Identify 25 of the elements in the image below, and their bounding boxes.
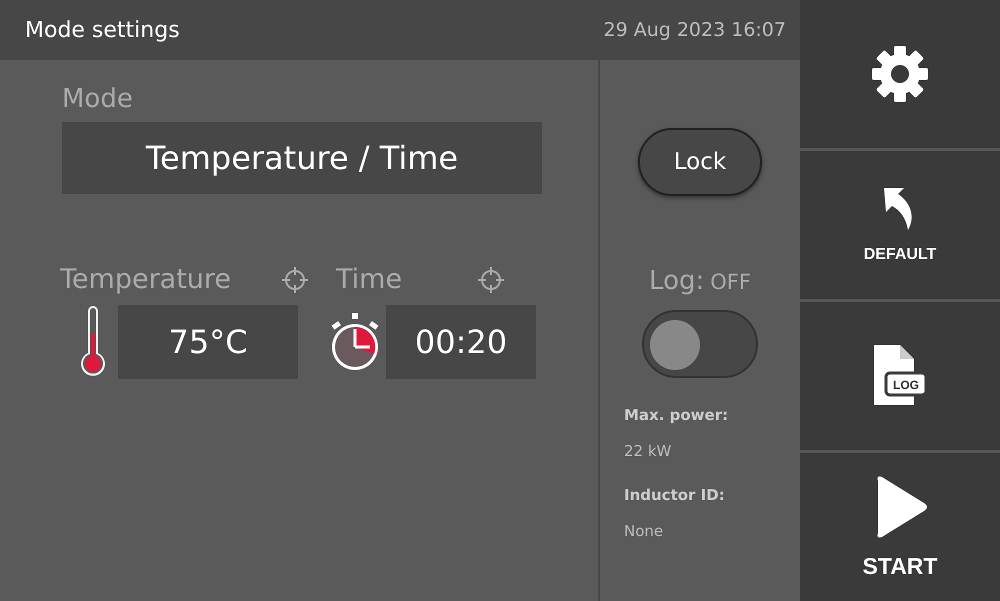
log-state: OFF <box>710 270 751 294</box>
lock-button[interactable]: Lock <box>638 128 762 196</box>
info-label: Max. power: <box>624 406 728 424</box>
log-text: LOG <box>893 378 919 392</box>
setpoint-value[interactable]: 75°C <box>118 305 298 379</box>
start-button[interactable]: START <box>800 453 1000 601</box>
setpoint-value[interactable]: 00:20 <box>386 305 536 379</box>
gear-icon <box>870 44 930 104</box>
info-value: 22 kW <box>624 442 672 460</box>
crosshair-icon[interactable] <box>476 264 506 294</box>
settings-button[interactable] <box>800 0 1000 148</box>
info-label: Inductor ID: <box>624 486 726 504</box>
info-value: None <box>624 522 664 540</box>
date-time: 29 Aug 2023 16:07 <box>603 19 786 41</box>
mode-selector[interactable]: Temperature / Time <box>62 122 542 194</box>
log-label: Log: <box>649 266 704 296</box>
document-icon <box>874 345 928 405</box>
crosshair-icon[interactable] <box>280 264 310 294</box>
default-button[interactable]: DEFAULT <box>800 151 1000 299</box>
setpoint-label: Time <box>336 264 402 295</box>
setpoint-label: Temperature <box>60 264 232 295</box>
thermometer-icon <box>78 305 108 379</box>
mode-label: Mode <box>62 84 134 114</box>
screen-title: Mode settings <box>25 18 180 42</box>
log-button[interactable]: LOG <box>800 302 1000 450</box>
